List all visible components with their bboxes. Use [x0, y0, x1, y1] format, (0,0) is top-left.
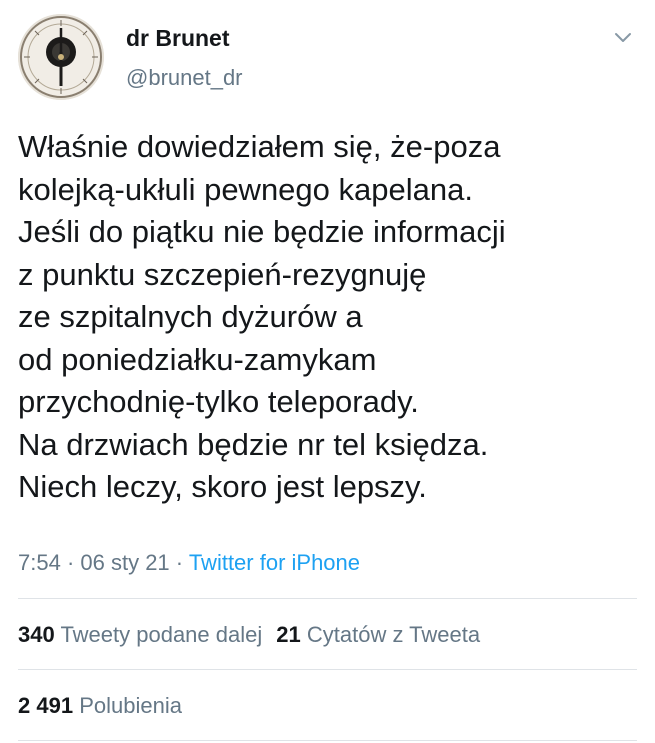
- quotes-count: 21: [276, 622, 301, 647]
- tweet-meta: 7:54 · 06 sty 21 · Twitter for iPhone: [18, 548, 360, 578]
- tweet-line: kolejką-ukłuli pewnego kapelana.: [18, 171, 473, 207]
- tweet-line: przychodnię-tylko teleporady.: [18, 384, 419, 419]
- tweet-line: Na drzwiach będzie nr tel księdza.: [18, 426, 489, 462]
- tweet-line: od poniedziałku-zamykam: [18, 341, 377, 377]
- quotes-label: Cytatów z Tweeta: [306, 622, 481, 647]
- divider: [18, 598, 637, 599]
- meta-separator: ·: [169, 550, 189, 575]
- tweet-line: Jeśli do piątku nie będzie informacji: [18, 214, 506, 249]
- retweets-count: 340: [18, 622, 55, 647]
- tweet-header: dr Brunet @brunet_dr: [18, 14, 638, 100]
- display-name[interactable]: dr Brunet: [126, 24, 230, 52]
- tweet-line: ze szpitalnych dyżurów a: [18, 299, 363, 334]
- retweets-stat[interactable]: 340 Tweety podane dalej: [18, 622, 262, 647]
- tweet-text: Właśnie dowiedziałem się, że-poza kolejk…: [18, 126, 638, 509]
- quotes-stat[interactable]: 21 Cytatów z Tweeta: [276, 622, 480, 647]
- tweet-date[interactable]: 06 sty 21: [80, 550, 169, 575]
- retweets-label: Tweety podane dalej: [60, 622, 263, 647]
- chevron-down-icon[interactable]: [612, 26, 634, 48]
- likes-count: 2 491: [18, 693, 74, 718]
- likes-stats: 2 491 Polubienia: [18, 691, 182, 721]
- tweet-line: Właśnie dowiedziałem się, że-poza: [18, 129, 501, 164]
- username[interactable]: @brunet_dr: [126, 64, 243, 92]
- tweet-line: Niech leczy, skoro jest lepszy.: [18, 469, 427, 504]
- divider: [18, 740, 637, 741]
- tweet-source-link[interactable]: Twitter for iPhone: [189, 550, 360, 575]
- tweet-time[interactable]: 7:54: [18, 550, 61, 575]
- barometer-avatar-icon[interactable]: [18, 14, 104, 100]
- divider: [18, 669, 637, 670]
- likes-stat[interactable]: 2 491 Polubienia: [18, 693, 182, 718]
- engagement-stats: 340 Tweety podane dalej 21 Cytatów z Twee…: [18, 620, 480, 650]
- meta-separator: ·: [60, 550, 81, 575]
- likes-label: Polubienia: [79, 693, 182, 718]
- tweet-line: z punktu szczepień-rezygnuję: [18, 256, 427, 292]
